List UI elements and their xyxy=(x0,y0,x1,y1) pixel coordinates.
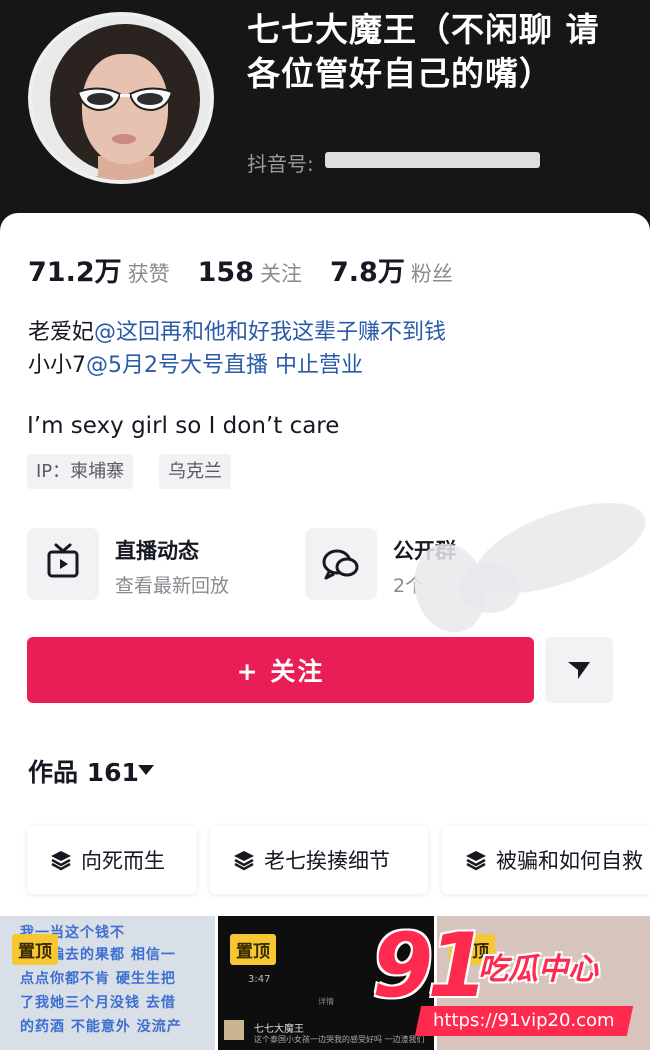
bio-mention-link[interactable]: @5月2号大号直播 中止营业 xyxy=(86,353,363,378)
bio-text: 小小7 xyxy=(28,353,86,378)
overlay-text: 点点你都不肯 硬生生把 xyxy=(20,971,176,987)
tv-icon xyxy=(47,543,79,578)
bio-english: I’m sexy girl so I don’t care xyxy=(27,413,340,439)
watermark-logo-text: 吃瓜中心 xyxy=(478,952,598,987)
bio-line-1: 老爱妃@这回再和他和好我这辈子赚不到钱 xyxy=(28,314,446,346)
stat-following[interactable]: 158 关注 xyxy=(198,257,302,288)
collection-label: 被骗和如何自救 xyxy=(496,849,643,873)
bio-text: 老爱妃 xyxy=(28,320,95,345)
author-name: 七七大魔王 xyxy=(254,1024,304,1035)
collection-chip[interactable]: 老七挨揍细节 xyxy=(210,826,428,894)
collection-label: 向死而生 xyxy=(81,849,165,873)
caption: 这个泰国小女孩一边哭我的感受好吗 一边渣我们 xyxy=(254,1035,425,1044)
ip-tag: IP：柬埔寨 xyxy=(27,454,134,489)
profile-nickname: 七七大魔王（不闲聊 请各位管好自己的嘴） xyxy=(247,10,600,93)
douyin-id-label: 抖音号: xyxy=(247,152,314,176)
location-tag: 乌克兰 xyxy=(159,454,231,489)
stat-followers[interactable]: 7.8万 粉丝 xyxy=(330,250,453,289)
douyin-id-redacted xyxy=(325,152,540,168)
stats-row: 71.2万 获赞 158 关注 7.8万 粉丝 xyxy=(28,250,481,289)
more-options-button[interactable] xyxy=(545,637,613,703)
live-feature-subtitle: 查看最新回放 xyxy=(115,575,230,597)
avatar xyxy=(224,1020,244,1040)
stat-label: 获赞 xyxy=(127,262,170,286)
stat-label: 粉丝 xyxy=(410,262,453,286)
stat-value: 71.2万 xyxy=(28,257,122,288)
live-feature-icon-box[interactable] xyxy=(27,528,99,600)
live-feature-title[interactable]: 直播动态 xyxy=(115,535,199,565)
stat-likes: 71.2万 获赞 xyxy=(28,250,170,289)
watermark-url: https://91vip20.com xyxy=(414,1006,634,1036)
sunglasses-icon xyxy=(76,87,174,112)
avatar[interactable] xyxy=(28,12,214,184)
stat-value: 158 xyxy=(197,257,254,288)
detail-label: 详情 xyxy=(318,997,334,1006)
timestamp: 3:47 xyxy=(248,974,271,985)
works-tab-title[interactable]: 作品 161 xyxy=(28,753,139,789)
collection-chip[interactable]: 被骗和如何自救 xyxy=(442,826,650,894)
bio-mention-link[interactable]: @这回再和他和好我这辈子赚不到钱 xyxy=(94,320,446,345)
redaction-smudge xyxy=(460,563,520,613)
group-feature-icon-box[interactable] xyxy=(305,528,377,600)
collection-label: 老七挨揍细节 xyxy=(264,849,390,873)
overlay-text: 的药酒 不能意外 没流产 xyxy=(20,1019,182,1035)
pinned-badge: 置顶 xyxy=(12,934,58,965)
watermark-url-text: https://91vip20.com xyxy=(433,1010,615,1031)
collection-chip[interactable]: 向死而生 xyxy=(27,826,197,894)
caret-down-icon[interactable] xyxy=(138,765,154,775)
pinned-badge: 置顶 xyxy=(230,934,276,965)
video-thumbnail-1[interactable]: 我一当这个钱不 身体骗去的果都 相信一 点点你都不肯 硬生生把 了我她三个月没钱… xyxy=(0,916,215,1050)
layers-icon xyxy=(466,851,486,871)
layers-icon xyxy=(234,851,254,871)
triangle-down-icon xyxy=(568,662,590,679)
follow-button[interactable]: + 关注 xyxy=(27,637,534,703)
overlay-text: 了我她三个月没钱 去借 xyxy=(20,995,176,1011)
bio-line-2: 小小7@5月2号大号直播 中止营业 xyxy=(28,347,363,379)
stat-value: 7.8万 xyxy=(330,257,405,288)
chat-bubbles-icon xyxy=(322,549,359,580)
watermark-logo-number: 91 xyxy=(372,914,488,1017)
stat-label: 关注 xyxy=(260,262,302,286)
layers-icon xyxy=(51,851,71,871)
profile-header: 七七大魔王（不闲聊 请各位管好自己的嘴） 抖音号: xyxy=(0,0,650,235)
